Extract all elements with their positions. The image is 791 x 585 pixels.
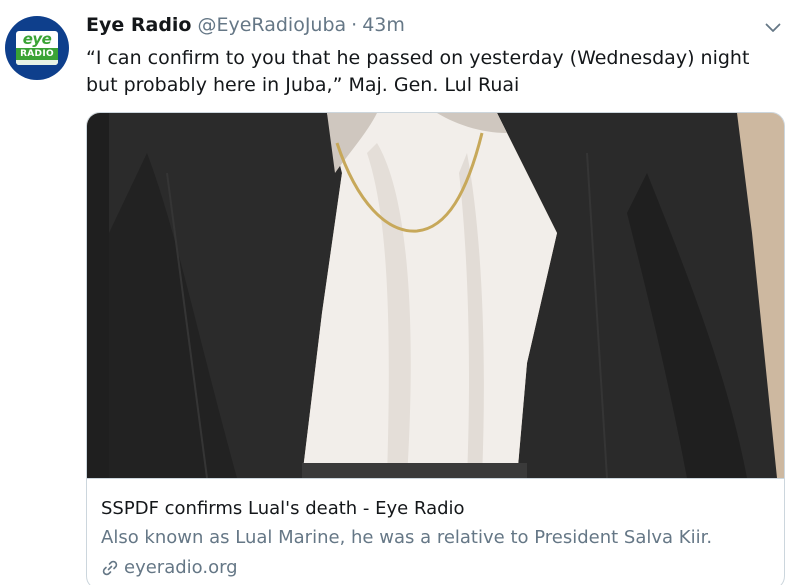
card-description: Also known as Lual Marine, he was a rela…: [101, 527, 713, 548]
link-card[interactable]: SSPDF confirms Lual's death - Eye Radio …: [86, 112, 785, 585]
chevron-down-icon[interactable]: [763, 18, 783, 38]
link-icon: [101, 559, 119, 577]
logo-eye-text: eye: [22, 31, 52, 48]
tweet-header: Eye Radio @EyeRadioJuba · 43m: [86, 14, 405, 40]
card-domain-text: eyeradio.org: [124, 557, 238, 578]
logo-tagline-strip: [16, 60, 58, 65]
tweet-timestamp[interactable]: 43m: [362, 14, 405, 36]
tweet[interactable]: eye RADIO Eye Radio @EyeRadioJuba · 43m …: [0, 0, 791, 585]
header-separator: ·: [351, 14, 358, 36]
card-image[interactable]: [87, 113, 784, 478]
display-name[interactable]: Eye Radio: [86, 14, 191, 36]
card-domain[interactable]: eyeradio.org: [101, 556, 238, 580]
eye-radio-logo: eye RADIO: [16, 31, 58, 65]
user-handle[interactable]: @EyeRadioJuba: [197, 14, 346, 36]
tweet-text: “I can confirm to you that he passed on …: [86, 47, 750, 96]
logo-radio-text: RADIO: [16, 48, 58, 60]
card-body[interactable]: SSPDF confirms Lual's death - Eye Radio …: [87, 478, 784, 578]
avatar[interactable]: eye RADIO: [5, 16, 69, 80]
card-title[interactable]: SSPDF confirms Lual's death - Eye Radio: [101, 497, 771, 521]
